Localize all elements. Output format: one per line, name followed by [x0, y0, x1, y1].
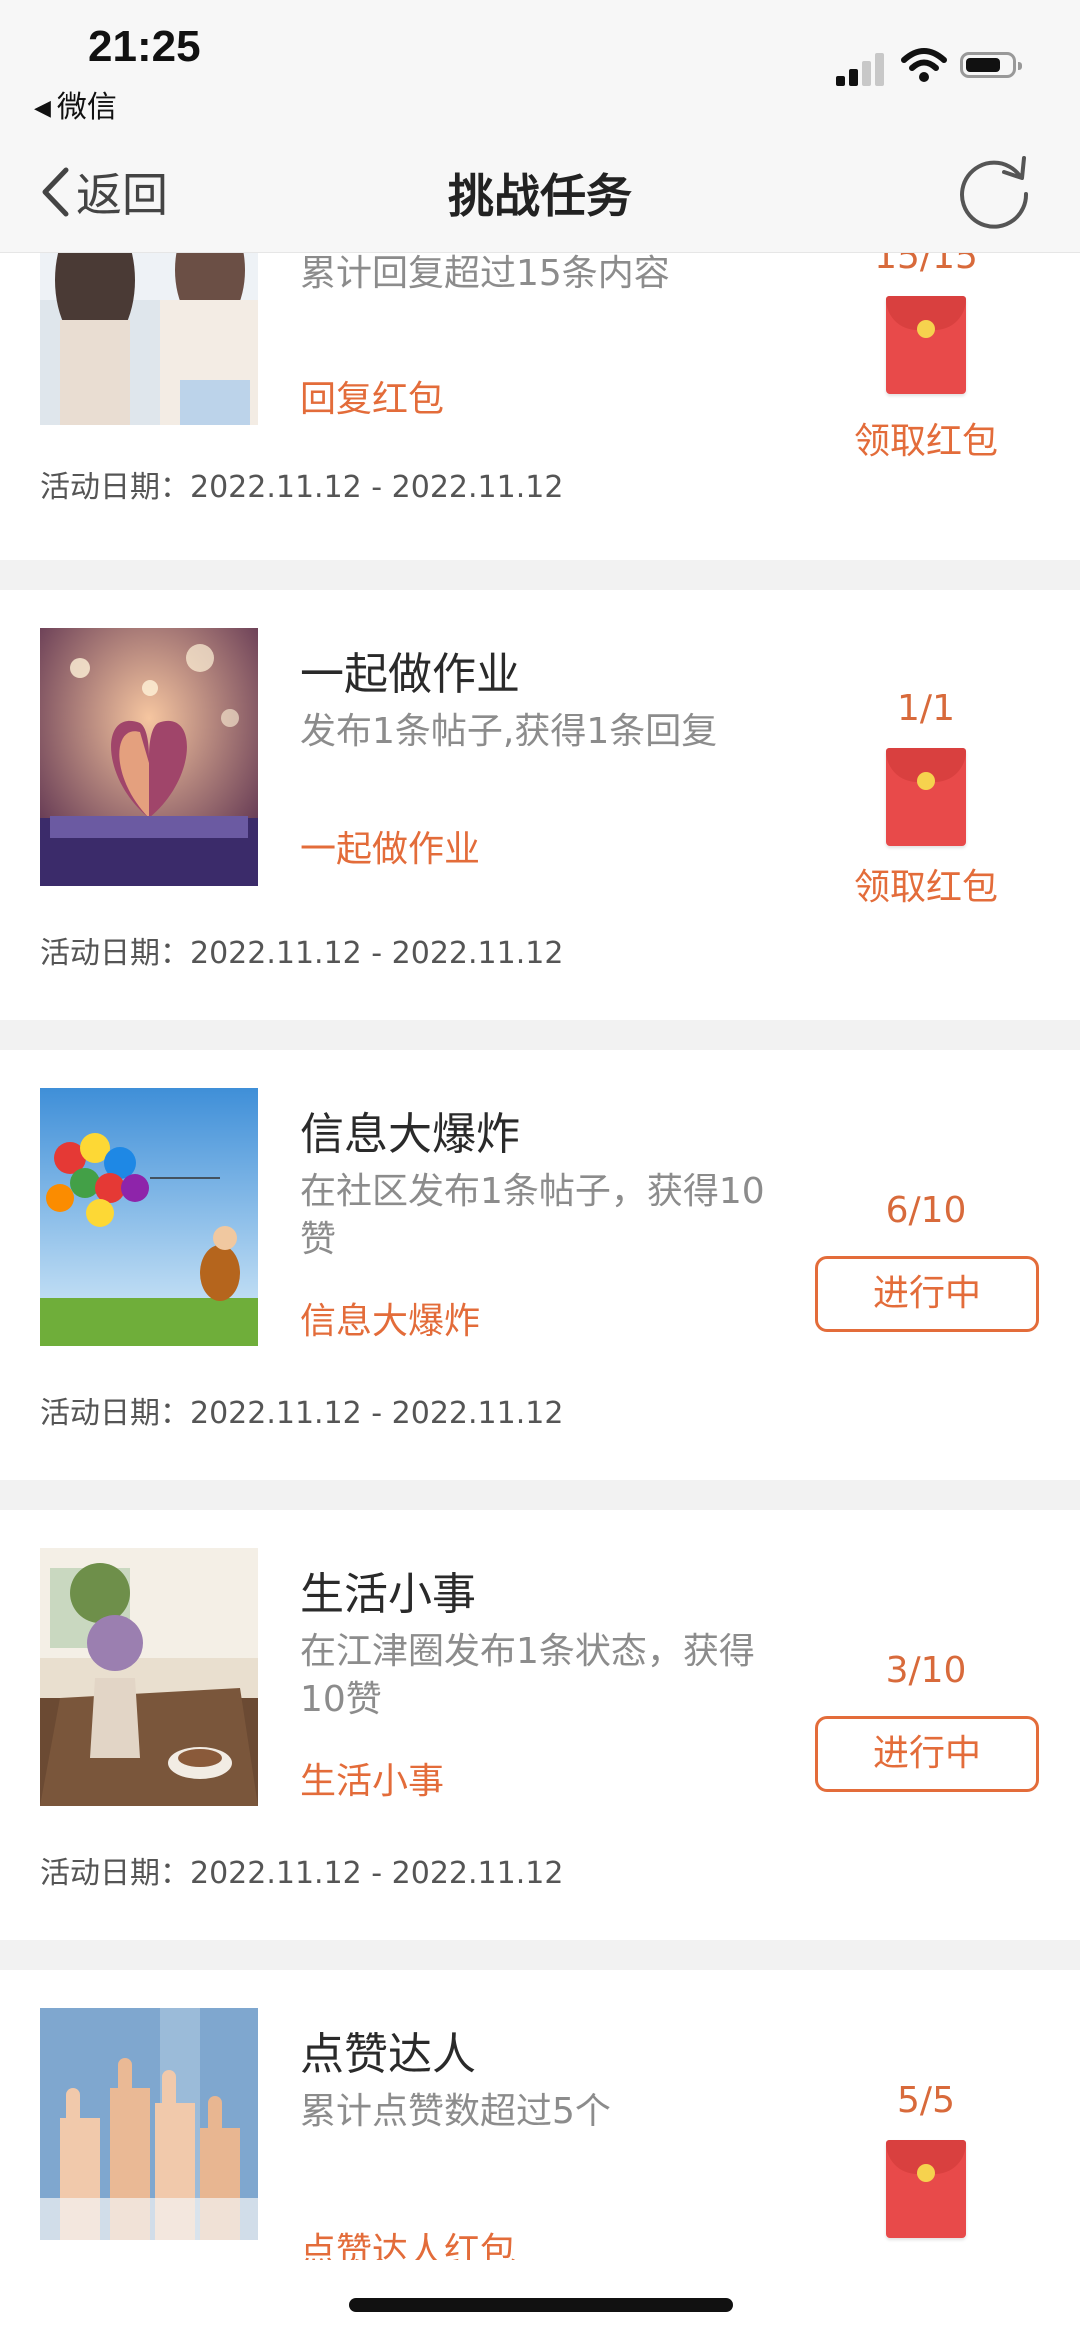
battery-icon	[960, 52, 1022, 78]
task-thumbnail-image	[40, 1548, 258, 1806]
task-date: 活动日期：2022.11.12 - 2022.11.12	[40, 1396, 564, 1431]
task-link[interactable]: 信息大爆炸	[300, 1292, 480, 1344]
task-date: 活动日期：2022.11.12 - 2022.11.12	[40, 1856, 564, 1891]
task-title: 一起做作业	[300, 649, 520, 700]
task-progress: 6/10	[885, 1190, 967, 1231]
status-time: 21:25	[88, 22, 201, 71]
wifi-icon	[901, 48, 947, 82]
task-description: 累计回复超过15条内容	[300, 253, 670, 294]
task-thumbnail-image	[40, 628, 258, 886]
task-date: 活动日期：2022.11.12 - 2022.11.12	[40, 936, 564, 971]
red-envelope-icon[interactable]	[886, 748, 966, 846]
in-progress-button[interactable]: 进行中	[815, 1256, 1039, 1332]
task-date: 活动日期：2022.11.12 - 2022.11.12	[40, 470, 564, 505]
task-title: 点赞达人	[300, 2029, 476, 2080]
task-description: 累计点赞数超过5个	[300, 2091, 611, 2132]
task-progress: 5/5	[897, 2080, 955, 2121]
task-thumbnail-image	[40, 2008, 258, 2240]
task-description: 发布1条帖子,获得1条回复	[300, 711, 718, 752]
task-description: 在江津圈发布1条状态，获得10赞	[300, 1631, 755, 1720]
task-link[interactable]: 回复红包	[300, 370, 444, 422]
task-thumbnail-image	[40, 1088, 258, 1346]
task-title: 生活小事	[300, 1569, 476, 1620]
home-indicator[interactable]	[349, 2298, 733, 2312]
task-card[interactable]: 生活小事 在江津圈发布1条状态，获得10赞 生活小事 活动日期：2022.11.…	[0, 1510, 1080, 1940]
task-link[interactable]: 一起做作业	[300, 820, 480, 872]
status-bar: 21:25 ◀ 微信	[0, 0, 1080, 130]
refresh-icon[interactable]	[954, 150, 1034, 230]
red-envelope-icon[interactable]	[886, 296, 966, 394]
task-card[interactable]: 一起做作业 发布1条帖子,获得1条回复 一起做作业 活动日期：2022.11.1…	[0, 590, 1080, 1020]
cellular-signal-icon	[836, 50, 888, 86]
nav-bar: 返回 挑战任务	[0, 130, 1080, 253]
claim-red-envelope-button[interactable]: 领取红包	[826, 412, 1026, 464]
page-title: 挑战任务	[448, 169, 632, 223]
in-progress-button[interactable]: 进行中	[815, 1716, 1039, 1792]
task-link[interactable]: 生活小事	[300, 1752, 444, 1804]
task-progress: 3/10	[885, 1650, 967, 1691]
task-card[interactable]: 信息大爆炸 在社区发布1条帖子，获得10赞 信息大爆炸 活动日期：2022.11…	[0, 1050, 1080, 1480]
back-to-app-link[interactable]: ◀ 微信	[34, 82, 117, 126]
task-title: 信息大爆炸	[300, 1109, 520, 1160]
back-app-label: 微信	[56, 90, 117, 125]
claim-red-envelope-button[interactable]: 领取红包	[826, 858, 1026, 910]
task-progress: 1/1	[897, 688, 955, 729]
back-triangle-icon: ◀	[34, 96, 51, 121]
red-envelope-icon[interactable]	[886, 2140, 966, 2238]
task-description: 在社区发布1条帖子，获得10赞	[300, 1171, 765, 1260]
